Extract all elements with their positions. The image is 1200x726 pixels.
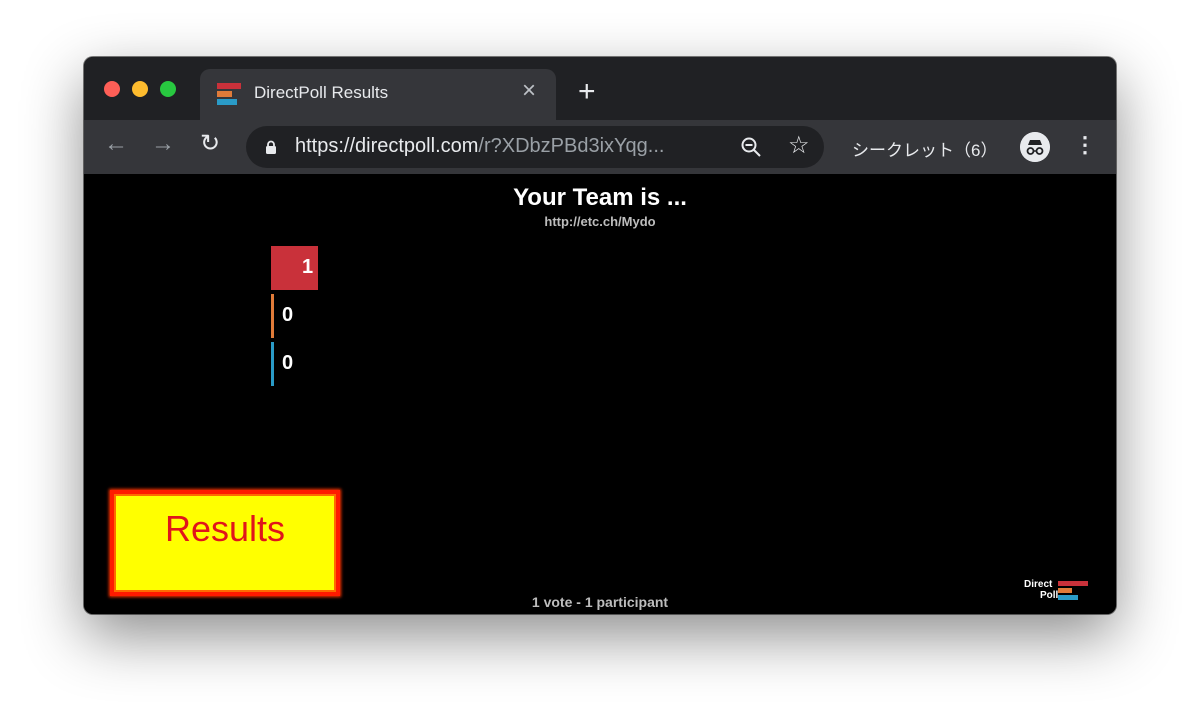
bar-value-label: 0 (282, 352, 294, 374)
close-window-button[interactable] (104, 81, 120, 97)
incognito-label[interactable]: シークレット（6） (852, 136, 997, 161)
back-button[interactable]: ← (104, 132, 128, 156)
browser-toolbar: ← → ↻ https://directpoll.com/r?XDbzPBd3i… (84, 120, 1116, 174)
logo-bar-blue (1058, 595, 1078, 600)
poll-results-page: Your Team is ... http://etc.ch/Mydo 100 … (84, 174, 1116, 614)
poll-title: Your Team is ... (513, 184, 687, 211)
results-label: Results (164, 508, 286, 549)
browser-window: DirectPoll Results × + ← → ↻ https://dir… (84, 57, 1116, 614)
bar-value-label: 0 (282, 304, 294, 326)
poll-link[interactable]: http://etc.ch/Mydo (84, 214, 1116, 229)
kebab-menu-icon[interactable]: ⋮ (1074, 134, 1096, 156)
url-host: https://directpoll.com (295, 135, 479, 157)
logo-bar-orange (1058, 588, 1072, 593)
zoom-out-icon[interactable] (740, 136, 762, 158)
bar (271, 294, 274, 338)
address-bar[interactable]: https://directpoll.com/r?XDbzPBd3ixYqg..… (246, 126, 824, 168)
logo-text-direct: Direct (1024, 579, 1053, 590)
new-tab-button[interactable]: + (578, 77, 596, 107)
logo-text-poll: Poll (1040, 590, 1059, 601)
url-text[interactable]: https://directpoll.com/r?XDbzPBd3ixYqg..… (295, 135, 664, 158)
lock-icon (266, 140, 276, 154)
bar (271, 342, 274, 386)
title-bar: DirectPoll Results × + (84, 57, 1116, 120)
url-path: /r?XDbzPBd3ixYqg... (478, 135, 665, 157)
tab-directpoll-results[interactable]: DirectPoll Results × (200, 69, 556, 120)
bar-value-label: 1 (302, 256, 314, 278)
maximize-window-button[interactable] (160, 81, 176, 97)
minimize-window-button[interactable] (132, 81, 148, 97)
directpoll-favicon-icon (217, 83, 241, 105)
star-icon[interactable]: ☆ (788, 131, 810, 160)
forward-button[interactable]: → (151, 132, 175, 156)
directpoll-logo: Direct Poll (1024, 579, 1090, 603)
reload-button[interactable]: ↻ (200, 132, 220, 156)
tab-title: DirectPoll Results (254, 83, 389, 102)
tab-close-icon[interactable]: × (522, 79, 536, 103)
vote-count: 1 vote - 1 participant (531, 594, 669, 610)
results-sticker: Results (110, 490, 340, 596)
logo-bar-red (1058, 581, 1088, 586)
incognito-icon[interactable] (1020, 132, 1050, 162)
